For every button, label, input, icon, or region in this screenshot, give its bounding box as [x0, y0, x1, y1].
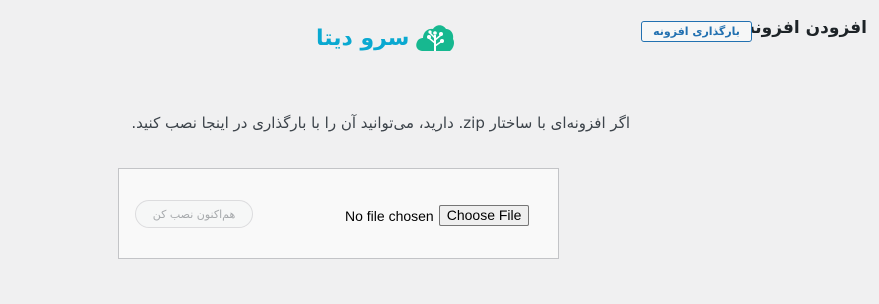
cloud-tree-icon [416, 25, 455, 51]
file-status: No file chosen [345, 207, 434, 224]
page-title: افزودن افزونه [744, 18, 867, 38]
upload-instructions: اگر افزونه‌ای با ساختار zip. دارید، می‌ت… [131, 114, 630, 132]
brand-name: سرو دیتا [316, 25, 410, 51]
upload-plugin-button[interactable]: بارگذاری افزونه [641, 21, 752, 42]
upload-form: هم‌اکنون نصب کن No file chosen Choose Fi… [118, 168, 559, 259]
install-now-button[interactable]: هم‌اکنون نصب کن [135, 200, 253, 228]
file-input[interactable]: No file chosen Choose File [345, 205, 530, 226]
choose-file-button[interactable]: Choose File [438, 205, 530, 226]
brand-logo: سرو دیتا [316, 20, 455, 56]
